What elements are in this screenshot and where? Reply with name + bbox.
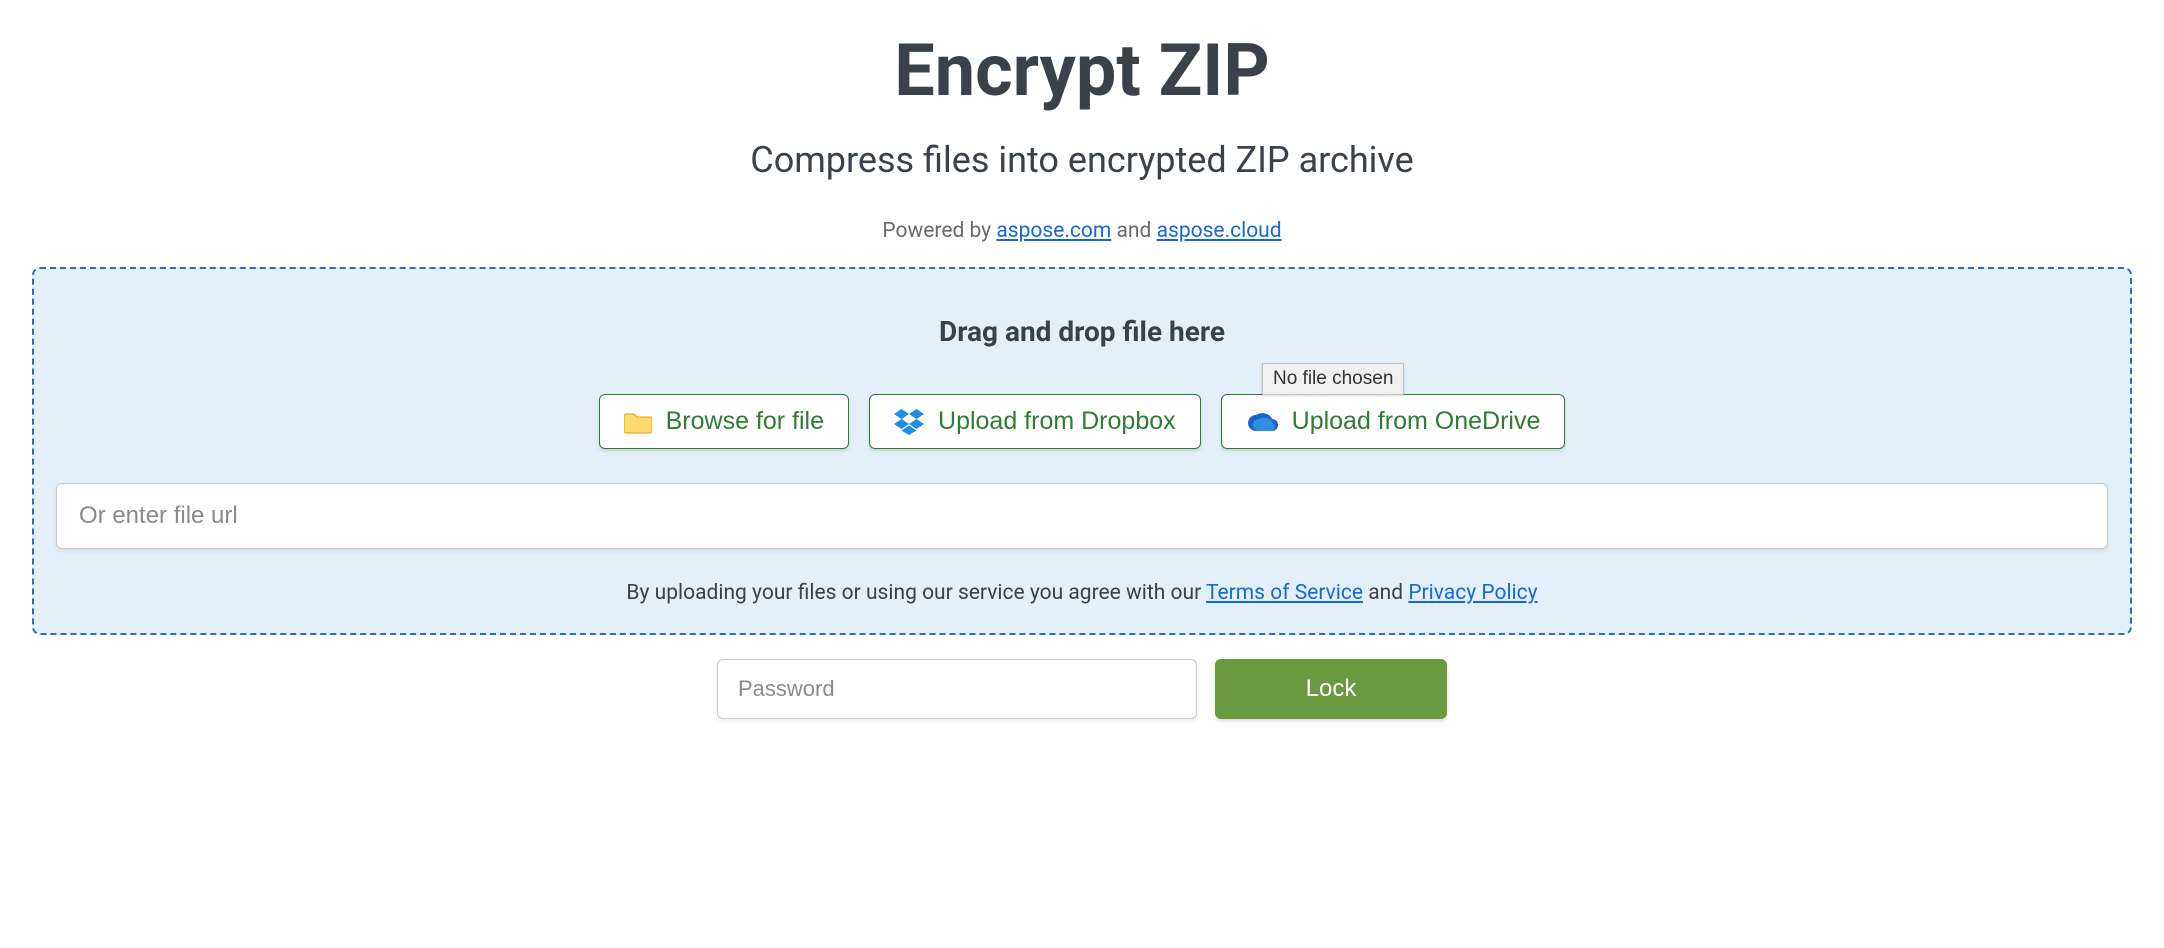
file-chosen-tooltip: No file chosen (1262, 363, 1404, 395)
browse-file-label: Browse for file (666, 407, 824, 436)
upload-onedrive-button[interactable]: No file chosen Upload from OneDrive (1221, 394, 1566, 449)
upload-button-row: Browse for file Upload from Dropbox No f… (56, 394, 2108, 449)
upload-onedrive-label: Upload from OneDrive (1292, 407, 1541, 436)
file-dropzone[interactable]: Drag and drop file here Browse for file (32, 267, 2132, 635)
agree-mid: and (1363, 581, 1408, 605)
dropbox-icon (894, 409, 924, 435)
terms-of-service-link[interactable]: Terms of Service (1206, 581, 1363, 605)
powered-mid: and (1111, 219, 1156, 243)
file-url-input[interactable] (56, 483, 2108, 549)
browse-file-button[interactable]: Browse for file (599, 394, 849, 449)
powered-prefix: Powered by (882, 219, 996, 243)
onedrive-icon (1246, 411, 1278, 433)
upload-dropbox-button[interactable]: Upload from Dropbox (869, 394, 1201, 449)
password-input[interactable] (717, 659, 1197, 719)
powered-by-text: Powered by aspose.com and aspose.cloud (30, 219, 2134, 243)
page-title: Encrypt ZIP (30, 28, 2134, 113)
dropzone-title: Drag and drop file here (56, 315, 2108, 348)
page-subtitle: Compress files into encrypted ZIP archiv… (30, 139, 2134, 181)
aspose-cloud-link[interactable]: aspose.cloud (1157, 219, 1282, 243)
agreement-text: By uploading your files or using our ser… (56, 581, 2108, 605)
lock-button[interactable]: Lock (1215, 659, 1447, 719)
aspose-com-link[interactable]: aspose.com (996, 219, 1111, 243)
upload-dropbox-label: Upload from Dropbox (938, 407, 1176, 436)
agree-prefix: By uploading your files or using our ser… (626, 581, 1206, 605)
bottom-action-row: Lock (30, 659, 2134, 719)
privacy-policy-link[interactable]: Privacy Policy (1408, 581, 1537, 605)
folder-icon (624, 410, 652, 434)
